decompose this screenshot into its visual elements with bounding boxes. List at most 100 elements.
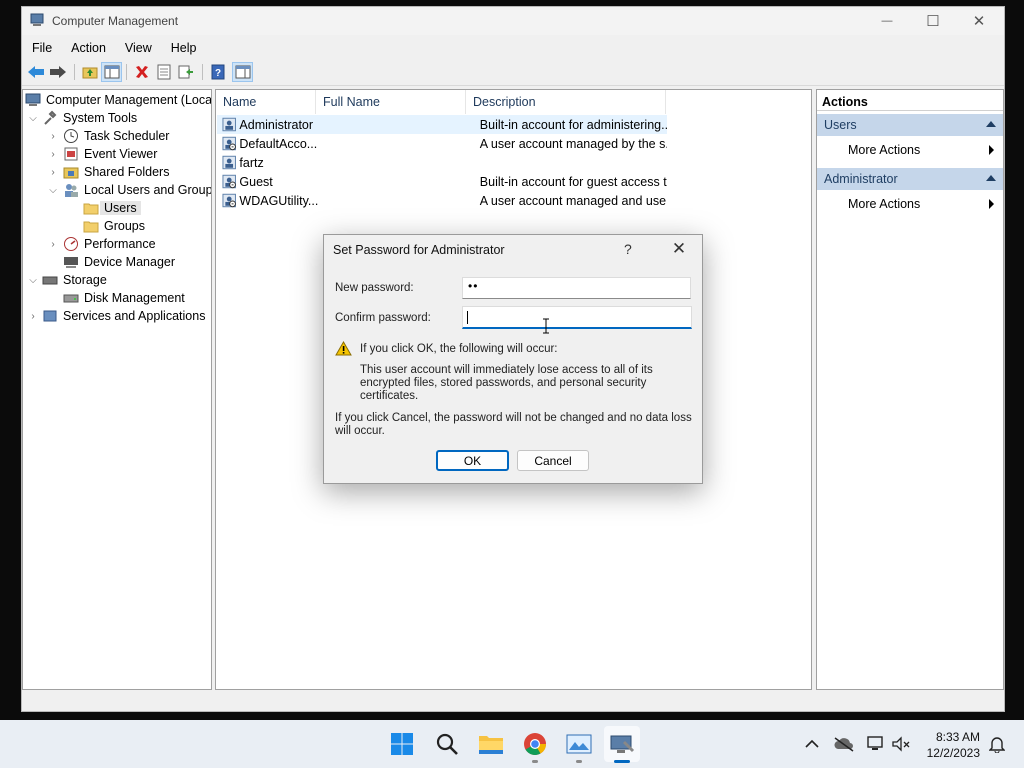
help-book-icon: ? bbox=[211, 64, 224, 80]
cancel-button[interactable]: Cancel bbox=[517, 450, 589, 471]
show-hide-action-pane-button[interactable] bbox=[232, 62, 253, 82]
title-bar[interactable]: Computer Management — ☐ ✕ bbox=[22, 7, 1004, 35]
menu-view[interactable]: View bbox=[115, 37, 161, 59]
tree-item-users[interactable]: Users bbox=[83, 199, 141, 217]
folder-up-icon bbox=[82, 67, 97, 79]
file-explorer-button[interactable] bbox=[473, 726, 509, 762]
toolbar-separator bbox=[126, 64, 127, 80]
tree-item-system-tools[interactable]: ⌵ System Tools bbox=[27, 109, 137, 127]
chevron-down-icon[interactable]: ⌵ bbox=[27, 275, 39, 286]
table-row[interactable]: DefaultAcco... A user account managed by… bbox=[217, 134, 667, 153]
new-password-field[interactable]: •• bbox=[462, 277, 691, 299]
delete-button[interactable] bbox=[131, 62, 152, 82]
chevron-right-icon[interactable]: › bbox=[47, 239, 59, 250]
folder-icon bbox=[83, 218, 99, 234]
tree-item-groups[interactable]: Groups bbox=[83, 217, 145, 235]
back-button[interactable] bbox=[25, 62, 46, 82]
tree-item-task-scheduler[interactable]: › Task Scheduler bbox=[47, 127, 169, 145]
forward-button[interactable] bbox=[47, 62, 68, 82]
menu-help[interactable]: Help bbox=[161, 37, 206, 59]
disk-icon bbox=[63, 290, 79, 306]
cloud-offline-icon bbox=[834, 737, 854, 752]
table-row[interactable]: fartz bbox=[217, 153, 667, 172]
column-header-name[interactable]: Name bbox=[216, 90, 316, 114]
close-button[interactable]: ✕ bbox=[956, 7, 1002, 35]
tree-item-computer-management[interactable]: Computer Management (Local bbox=[25, 91, 212, 109]
help-icon[interactable]: ? bbox=[624, 241, 632, 257]
tree-item-label: System Tools bbox=[63, 111, 138, 125]
more-actions-users[interactable]: More Actions bbox=[848, 143, 920, 157]
ok-button[interactable]: OK bbox=[436, 450, 509, 471]
show-hidden-icons-button[interactable] bbox=[801, 734, 823, 754]
maximize-button[interactable]: ☐ bbox=[910, 7, 956, 35]
column-header-description[interactable]: Description bbox=[466, 90, 666, 114]
clock[interactable]: 8:33 AM 12/2/2023 bbox=[927, 729, 980, 761]
chevron-right-icon[interactable]: › bbox=[47, 167, 59, 178]
chrome-button[interactable] bbox=[517, 726, 553, 762]
warning-heading: If you click OK, the following will occu… bbox=[360, 343, 558, 355]
notifications-button[interactable] bbox=[986, 734, 1008, 754]
column-header-full-name[interactable]: Full Name bbox=[316, 90, 466, 114]
tree-item-label: Groups bbox=[104, 219, 145, 233]
tree-item-event-viewer[interactable]: › Event Viewer bbox=[47, 145, 157, 163]
actions-section-users[interactable]: Users bbox=[817, 114, 1003, 136]
tree-item-shared-folders[interactable]: › Shared Folders bbox=[47, 163, 169, 181]
start-button[interactable] bbox=[384, 726, 420, 762]
windows-logo-icon bbox=[391, 733, 413, 755]
computer-management-taskbar-button[interactable] bbox=[604, 726, 640, 762]
confirm-password-field[interactable] bbox=[462, 306, 692, 329]
action-pane-icon bbox=[235, 65, 250, 79]
computer-management-icon bbox=[610, 735, 635, 753]
tree-item-local-users-and-groups[interactable]: ⌵ Local Users and Groups bbox=[47, 181, 212, 199]
tree-item-performance[interactable]: › Performance bbox=[47, 235, 156, 253]
speaker-muted-icon bbox=[892, 736, 910, 752]
tree-item-device-manager[interactable]: Device Manager bbox=[63, 253, 175, 271]
user-disabled-icon bbox=[222, 136, 236, 151]
volume-button[interactable] bbox=[890, 734, 912, 754]
computer-management-icon bbox=[30, 13, 44, 26]
tree-item-label: Computer Management (Local bbox=[46, 93, 212, 107]
table-row[interactable]: Administrator Built-in account for admin… bbox=[217, 115, 667, 134]
text-cursor-icon bbox=[543, 318, 549, 334]
show-hide-console-tree-button[interactable] bbox=[101, 62, 122, 82]
export-list-button[interactable] bbox=[175, 62, 196, 82]
help-button[interactable]: ? bbox=[207, 62, 228, 82]
minimize-button[interactable]: — bbox=[864, 7, 910, 35]
more-actions-administrator[interactable]: More Actions bbox=[848, 197, 920, 211]
menu-action[interactable]: Action bbox=[61, 37, 115, 59]
tree-item-storage[interactable]: ⌵ Storage bbox=[27, 271, 107, 289]
collapse-triangle-icon[interactable] bbox=[986, 175, 996, 181]
set-password-dialog: Set Password for Administrator ? ✕ New p… bbox=[323, 234, 703, 484]
chevron-down-icon[interactable]: ⌵ bbox=[47, 185, 59, 196]
user-icon bbox=[222, 155, 236, 170]
up-one-level-button[interactable] bbox=[79, 62, 100, 82]
table-row[interactable]: WDAGUtility... A user account managed an… bbox=[217, 191, 667, 210]
properties-icon bbox=[157, 64, 170, 80]
chevron-right-icon[interactable]: › bbox=[47, 149, 59, 160]
actions-section-administrator[interactable]: Administrator bbox=[817, 168, 1003, 190]
properties-button[interactable] bbox=[153, 62, 174, 82]
collapse-triangle-icon[interactable] bbox=[986, 121, 996, 127]
chevron-right-icon[interactable]: › bbox=[47, 131, 59, 142]
tree-item-services-and-applications[interactable]: › Services and Applications bbox=[27, 307, 205, 325]
chevron-down-icon[interactable]: ⌵ bbox=[27, 113, 39, 124]
tree-item-label: Local Users and Groups bbox=[84, 183, 212, 197]
search-button[interactable] bbox=[429, 726, 465, 762]
user-name: Guest bbox=[239, 174, 273, 189]
search-icon bbox=[436, 733, 458, 755]
menu-file[interactable]: File bbox=[22, 37, 61, 59]
photos-icon bbox=[566, 734, 592, 754]
onedrive-button[interactable] bbox=[833, 734, 855, 754]
section-header-label: Users bbox=[824, 118, 857, 132]
user-description: Built-in account for administering... bbox=[479, 117, 668, 132]
warning-icon bbox=[335, 341, 352, 356]
network-button[interactable] bbox=[865, 734, 887, 754]
photos-app-button[interactable] bbox=[561, 726, 597, 762]
tree-item-disk-management[interactable]: Disk Management bbox=[63, 289, 185, 307]
tree-item-label: Task Scheduler bbox=[84, 129, 170, 143]
warning-body: This user account will immediately lose … bbox=[360, 364, 653, 402]
dialog-close-button[interactable]: ✕ bbox=[664, 238, 694, 260]
table-row[interactable]: Guest Built-in account for guest access … bbox=[217, 172, 667, 191]
chevron-right-icon[interactable]: › bbox=[27, 311, 39, 322]
user-description: A user account managed and use... bbox=[479, 193, 668, 208]
